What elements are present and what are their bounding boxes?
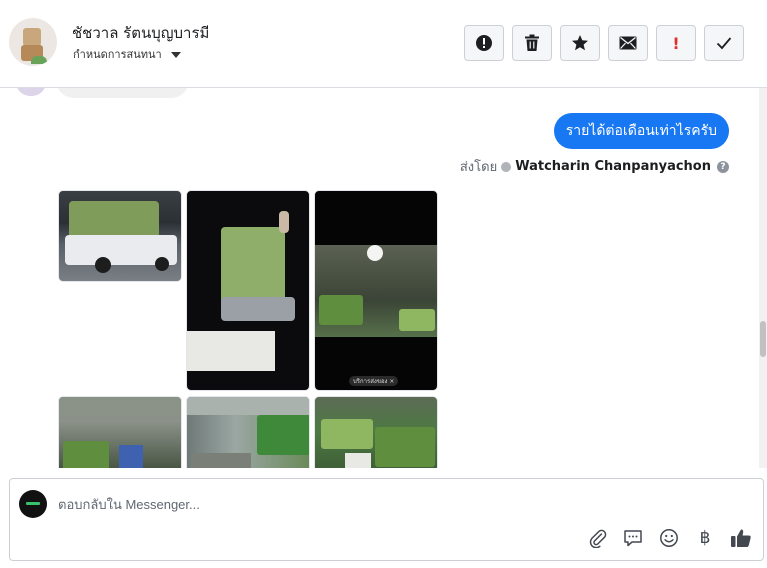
star-icon — [572, 35, 588, 51]
contact-name[interactable]: ชัชวาล รัตนบุญบารมี — [72, 21, 209, 45]
truck-wheel — [95, 257, 111, 273]
vegetable-pile — [399, 309, 435, 331]
mark-spam-button[interactable] — [464, 25, 504, 61]
payment-button[interactable]: ฿ — [693, 526, 717, 550]
follow-up-button[interactable]: ! — [656, 25, 696, 61]
white-crate — [187, 331, 275, 371]
verified-icon — [501, 161, 512, 172]
photo-thumbnail[interactable] — [186, 396, 310, 468]
help-icon[interactable]: ? — [717, 160, 729, 173]
green-wall — [257, 415, 309, 455]
vegetable-cargo — [69, 201, 159, 239]
delete-button[interactable] — [512, 25, 552, 61]
attach-file-button[interactable] — [586, 526, 610, 550]
photo-thumbnail[interactable] — [58, 396, 182, 468]
vegetable-bundles — [375, 427, 435, 467]
avatar-plant — [31, 56, 47, 64]
shed-roof — [187, 397, 309, 415]
thumbs-up-icon — [731, 529, 751, 547]
baht-icon: ฿ — [699, 528, 711, 548]
blue-crate — [119, 445, 143, 468]
vegetable-cargo — [221, 227, 285, 303]
paperclip-icon — [589, 529, 607, 548]
photo-caption: บริการส่งของ × — [349, 376, 399, 386]
reply-composer: ฿ — [9, 478, 764, 561]
floor-area — [191, 453, 251, 468]
assign-conversation-label: กำหนดการสนทนา — [73, 48, 162, 61]
envelope-icon — [619, 36, 637, 50]
saved-reply-icon — [624, 530, 642, 547]
vegetable-pile — [63, 441, 109, 468]
reply-input[interactable] — [58, 492, 738, 516]
photo-thumbnail[interactable] — [58, 190, 182, 282]
trash-icon — [525, 34, 539, 51]
message-thread[interactable]: รายได้ต่อเดือนเท่าไรครับ ส่งโดย Watchari… — [0, 88, 767, 468]
conversation-header: ชัชวาล รัตนบุญบารมี กำหนดการสนทนา ! — [0, 0, 767, 88]
ceiling-light — [367, 245, 383, 261]
star-button[interactable] — [560, 25, 600, 61]
outgoing-message-bubble[interactable]: รายได้ต่อเดือนเท่าไรครับ — [553, 113, 729, 149]
truck-body — [221, 297, 295, 321]
emoji-icon — [660, 529, 678, 547]
person-silhouette — [279, 211, 289, 233]
mark-unread-button[interactable] — [608, 25, 648, 61]
sent-by-label: ส่งโดย — [459, 160, 498, 175]
emoji-button[interactable] — [657, 526, 681, 550]
sent-by-line: ส่งโดย Watcharin Chanpanyachon ? — [460, 156, 729, 177]
vegetable-pile — [319, 295, 363, 325]
avatar-figure-head — [23, 28, 41, 46]
like-button[interactable] — [729, 526, 753, 550]
white-bag — [345, 453, 371, 468]
sender-name: Watcharin Chanpanyachon — [515, 159, 711, 174]
red-exclamation-icon: ! — [672, 33, 680, 53]
mark-done-button[interactable] — [704, 25, 744, 61]
thread-scrollbar[interactable] — [759, 88, 767, 468]
page-logo-mark — [26, 502, 40, 505]
contact-avatar[interactable] — [9, 18, 57, 66]
check-icon — [716, 37, 732, 50]
contact-mini-avatar — [16, 88, 46, 96]
saved-replies-button[interactable] — [621, 526, 645, 550]
previous-message-bubble — [56, 88, 189, 98]
photo-thumbnail[interactable] — [186, 190, 310, 391]
assign-conversation-dropdown[interactable]: กำหนดการสนทนา — [73, 45, 181, 63]
chevron-down-icon — [170, 51, 181, 58]
photo-thumbnail[interactable]: บริการส่งของ × — [314, 190, 438, 391]
page-avatar — [19, 490, 47, 518]
vegetable-bundles — [321, 419, 373, 449]
photo-thumbnail[interactable] — [314, 396, 438, 468]
shed-roof — [59, 397, 181, 417]
scrollbar-thumb[interactable] — [760, 321, 766, 357]
exclamation-circle-icon — [476, 35, 492, 51]
truck-wheel — [155, 257, 169, 271]
